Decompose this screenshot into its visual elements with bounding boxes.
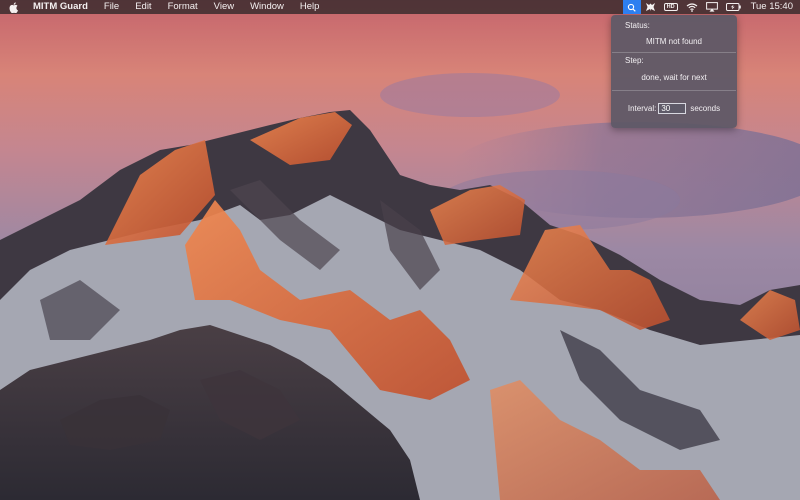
menu-bar: MITM Guard File Edit Format View Window …	[0, 0, 800, 14]
popover-divider	[612, 52, 736, 53]
hd-icon[interactable]: HD	[660, 0, 682, 14]
interval-label: Interval:	[627, 103, 657, 113]
apple-menu-icon[interactable]	[0, 0, 26, 14]
mitm-guard-icon[interactable]	[622, 0, 641, 14]
file-menu[interactable]: File	[96, 0, 127, 14]
step-value: done, wait for next	[641, 73, 707, 82]
menu-bar-clock[interactable]: Tue 15:40	[745, 0, 800, 14]
view-menu[interactable]: View	[206, 0, 242, 14]
mitm-guard-popover: Status: MITM not found Step: done, wait …	[611, 15, 737, 128]
status-value: MITM not found	[645, 37, 703, 46]
interval-input[interactable]	[658, 102, 687, 114]
step-label: Step:	[625, 56, 644, 65]
edit-menu[interactable]: Edit	[127, 0, 159, 14]
popover-divider	[612, 90, 736, 91]
interval-row: Interval: seconds	[611, 101, 737, 115]
help-menu[interactable]: Help	[292, 0, 328, 14]
window-menu[interactable]: Window	[242, 0, 292, 14]
format-menu[interactable]: Format	[160, 0, 206, 14]
bug-icon[interactable]	[641, 0, 660, 14]
interval-unit: seconds	[690, 103, 721, 113]
app-menu[interactable]: MITM Guard	[26, 0, 96, 14]
wifi-icon[interactable]	[682, 0, 702, 14]
hd-badge-text: HD	[663, 3, 678, 11]
airplay-icon[interactable]	[702, 0, 722, 14]
battery-icon[interactable]	[722, 0, 745, 14]
status-label: Status:	[625, 21, 650, 30]
